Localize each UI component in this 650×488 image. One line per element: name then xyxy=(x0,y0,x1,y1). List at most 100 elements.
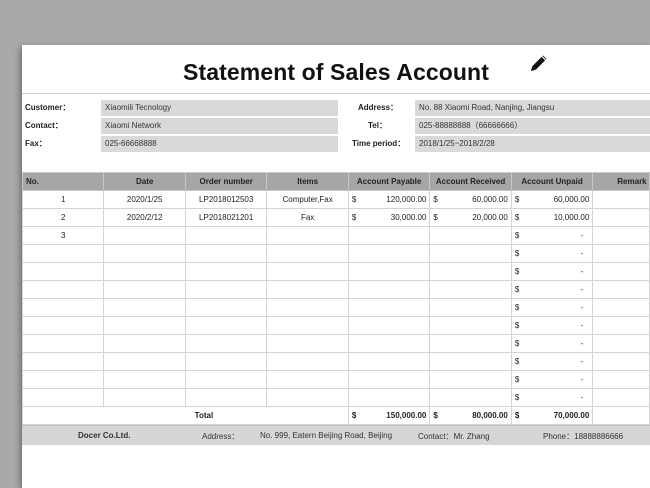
row-date-cell[interactable] xyxy=(103,388,186,407)
row-payable-cell[interactable] xyxy=(347,370,431,389)
row-date-cell[interactable] xyxy=(103,334,186,353)
row-unpaid-cell[interactable]: $ - xyxy=(510,388,594,407)
row-remark-cell[interactable] xyxy=(592,280,650,299)
row-remark-cell[interactable] xyxy=(592,370,650,389)
row-payable-cell[interactable]: $30,000.00 xyxy=(347,208,431,227)
row-items-cell[interactable] xyxy=(266,280,349,299)
row-received-cell[interactable] xyxy=(429,316,512,335)
row-remark-cell[interactable] xyxy=(592,226,650,245)
row-remark-cell[interactable] xyxy=(592,190,650,209)
row-no-cell[interactable] xyxy=(22,352,105,371)
row-payable-cell[interactable] xyxy=(347,244,431,263)
row-received-cell[interactable] xyxy=(429,388,512,407)
row-remark-cell[interactable] xyxy=(592,244,650,263)
row-payable-cell[interactable] xyxy=(347,280,431,299)
row-items-cell[interactable] xyxy=(266,226,349,245)
row-date-cell[interactable] xyxy=(103,352,186,371)
row-order-cell[interactable] xyxy=(184,262,268,281)
row-date-cell[interactable] xyxy=(103,298,186,317)
row-no-cell[interactable] xyxy=(22,298,105,317)
row-unpaid-cell[interactable]: $ - xyxy=(510,316,594,335)
row-no-cell[interactable] xyxy=(22,388,105,407)
row-order-cell[interactable] xyxy=(184,316,268,335)
row-no-cell[interactable] xyxy=(22,370,105,389)
row-items-cell[interactable] xyxy=(266,244,349,263)
row-order-cell[interactable] xyxy=(184,388,268,407)
row-no-cell[interactable]: 3 xyxy=(22,226,105,245)
row-received-cell[interactable] xyxy=(429,262,512,281)
row-no-cell[interactable] xyxy=(22,262,105,281)
row-remark-cell[interactable] xyxy=(592,352,650,371)
total-label: Total xyxy=(22,406,349,425)
row-items-cell[interactable] xyxy=(266,352,349,371)
row-remark-cell[interactable] xyxy=(592,388,650,407)
row-no-cell[interactable] xyxy=(22,244,105,263)
row-no-cell[interactable]: 2 xyxy=(22,208,105,227)
row-payable-cell[interactable] xyxy=(347,334,431,353)
row-unpaid-cell[interactable]: $ - xyxy=(510,226,594,245)
row-order-cell[interactable]: LP2018021201 xyxy=(184,208,268,227)
row-unpaid-cell[interactable]: $ - xyxy=(510,298,594,317)
row-order-cell[interactable] xyxy=(184,226,268,245)
row-items-cell[interactable] xyxy=(266,316,349,335)
row-no-cell[interactable]: 1 xyxy=(22,190,105,209)
row-items-cell[interactable] xyxy=(266,262,349,281)
row-items-cell[interactable] xyxy=(266,370,349,389)
total-amount: 80,000.00 xyxy=(472,411,508,420)
row-remark-cell[interactable] xyxy=(592,316,650,335)
row-unpaid-cell[interactable]: $ - xyxy=(510,244,594,263)
row-remark-cell[interactable] xyxy=(592,262,650,281)
row-payable-cell[interactable] xyxy=(347,226,431,245)
row-received-cell[interactable] xyxy=(429,352,512,371)
row-items-cell[interactable]: Fax xyxy=(266,208,349,227)
row-unpaid-cell[interactable]: $ - xyxy=(510,334,594,353)
row-order-cell[interactable] xyxy=(184,244,268,263)
row-date-cell[interactable] xyxy=(103,226,186,245)
row-items-cell[interactable] xyxy=(266,334,349,353)
row-unpaid-cell[interactable]: $ - xyxy=(510,280,594,299)
row-received-cell[interactable] xyxy=(429,244,512,263)
pencil-icon[interactable] xyxy=(529,53,549,73)
row-items-cell[interactable] xyxy=(266,388,349,407)
row-payable-cell[interactable] xyxy=(347,352,431,371)
row-date-cell[interactable] xyxy=(103,262,186,281)
row-unpaid-cell[interactable]: $60,000.00 xyxy=(510,190,594,209)
row-remark-cell[interactable] xyxy=(592,298,650,317)
row-received-cell[interactable] xyxy=(429,280,512,299)
row-no-cell[interactable] xyxy=(22,280,105,299)
row-date-cell[interactable] xyxy=(103,316,186,335)
row-received-cell[interactable]: $60,000.00 xyxy=(429,190,512,209)
row-payable-cell[interactable] xyxy=(347,316,431,335)
row-received-cell[interactable] xyxy=(429,334,512,353)
row-unpaid-cell[interactable]: $10,000.00 xyxy=(510,208,594,227)
row-payable-cell[interactable] xyxy=(347,388,431,407)
row-items-cell[interactable]: Computer,Fax xyxy=(266,190,349,209)
row-received-cell[interactable] xyxy=(429,298,512,317)
row-order-cell[interactable] xyxy=(184,334,268,353)
row-items-cell[interactable] xyxy=(266,298,349,317)
row-received-cell[interactable]: $20,000.00 xyxy=(429,208,512,227)
row-order-cell[interactable] xyxy=(184,280,268,299)
row-remark-cell[interactable] xyxy=(592,334,650,353)
row-received-cell[interactable] xyxy=(429,370,512,389)
row-order-cell[interactable] xyxy=(184,370,268,389)
row-date-cell[interactable] xyxy=(103,370,186,389)
row-order-cell[interactable] xyxy=(184,298,268,317)
row-payable-cell[interactable] xyxy=(347,298,431,317)
row-date-cell[interactable] xyxy=(103,244,186,263)
row-payable-cell[interactable]: $120,000.00 xyxy=(347,190,431,209)
row-order-cell[interactable] xyxy=(184,352,268,371)
row-payable-cell[interactable] xyxy=(347,262,431,281)
row-unpaid-cell[interactable]: $ - xyxy=(510,370,594,389)
address-value: No. 88 Xiaomi Road, Nanjing, Jiangsu xyxy=(415,100,650,116)
row-unpaid-cell[interactable]: $ - xyxy=(510,262,594,281)
row-date-cell[interactable] xyxy=(103,280,186,299)
row-order-cell[interactable]: LP2018012503 xyxy=(184,190,268,209)
row-remark-cell[interactable] xyxy=(592,208,650,227)
row-date-cell[interactable]: 2020/2/12 xyxy=(103,208,186,227)
row-no-cell[interactable] xyxy=(22,334,105,353)
row-date-cell[interactable]: 2020/1/25 xyxy=(103,190,186,209)
row-received-cell[interactable] xyxy=(429,226,512,245)
row-unpaid-cell[interactable]: $ - xyxy=(510,352,594,371)
row-no-cell[interactable] xyxy=(22,316,105,335)
